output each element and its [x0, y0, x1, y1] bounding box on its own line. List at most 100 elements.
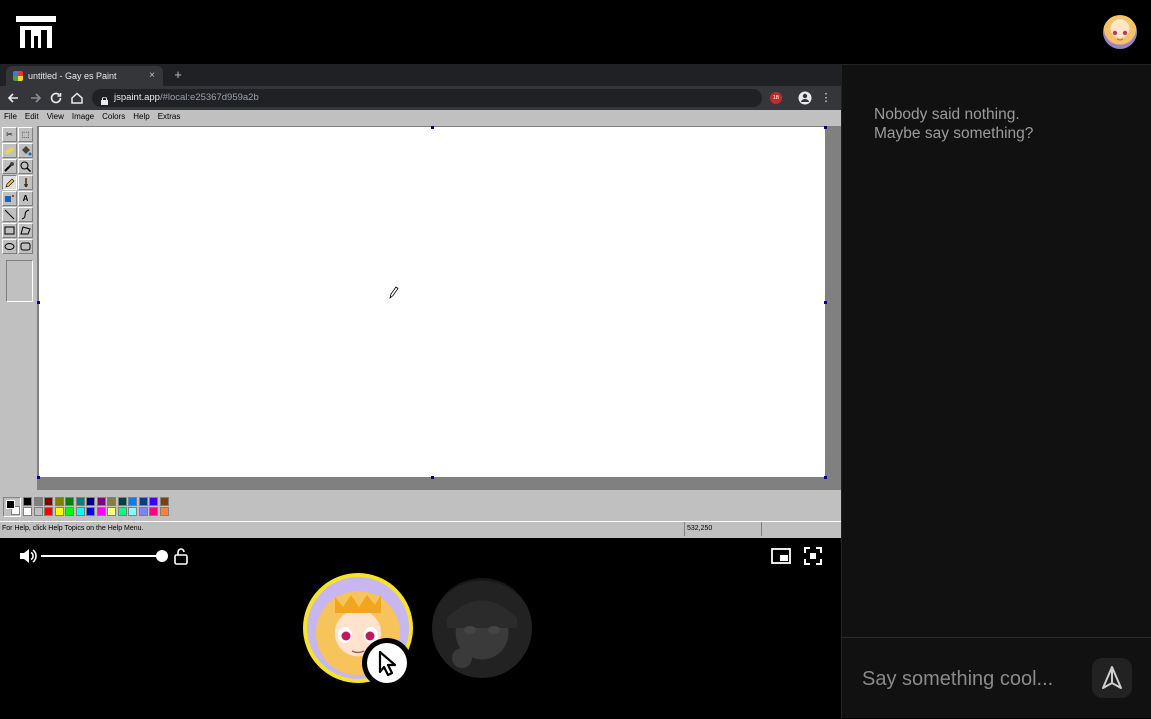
resize-handle[interactable] — [824, 476, 827, 479]
palette-swatch[interactable] — [117, 497, 127, 506]
unlock-icon[interactable] — [173, 547, 189, 565]
back-arrow-icon[interactable] — [6, 90, 22, 106]
palette-swatch[interactable] — [54, 497, 64, 506]
brush-icon[interactable] — [18, 175, 33, 190]
palette-swatch[interactable] — [86, 507, 95, 516]
volume-slider-knob[interactable] — [156, 550, 168, 562]
palette-swatch[interactable] — [107, 497, 116, 506]
menu-file[interactable]: File — [0, 110, 21, 124]
foreground-color[interactable] — [6, 500, 15, 509]
palette-swatch[interactable] — [96, 497, 106, 506]
picture-in-picture-icon[interactable] — [771, 548, 791, 564]
url-host: jspaint.app — [114, 92, 160, 103]
chat-empty-message: Nobody said nothing. Maybe say something… — [874, 105, 1124, 143]
palette-swatch[interactable] — [138, 507, 148, 516]
menu-view[interactable]: View — [43, 110, 68, 124]
menu-extras[interactable]: Extras — [154, 110, 185, 124]
menu-image[interactable]: Image — [68, 110, 98, 124]
resize-handle[interactable] — [37, 476, 40, 479]
chat-composer — [842, 637, 1151, 719]
eraser-icon[interactable] — [2, 143, 17, 158]
forward-arrow-icon[interactable] — [27, 90, 43, 106]
palette-swatch[interactable] — [159, 507, 169, 516]
top-bar — [0, 0, 1151, 64]
browser-tab[interactable]: untitled - Gay es Paint × — [6, 66, 163, 86]
menu-edit[interactable]: Edit — [21, 110, 43, 124]
guest-avatar[interactable] — [432, 578, 532, 678]
resize-handle[interactable] — [431, 126, 434, 129]
palette-swatch[interactable] — [149, 497, 158, 506]
palette-swatch[interactable] — [159, 497, 169, 506]
palette-swatch[interactable] — [75, 507, 85, 516]
home-page-icon[interactable] — [69, 90, 85, 106]
address-bar[interactable]: jspaint.app/#local:e25367d959a2b — [92, 89, 762, 107]
volume-slider[interactable] — [41, 555, 163, 557]
curve-icon[interactable] — [18, 207, 33, 222]
paint-app: File Edit View Image Colors Help Extras ✂ ⬚ A — [0, 110, 841, 538]
polygon-icon[interactable] — [18, 223, 33, 238]
home-icon[interactable] — [14, 14, 58, 50]
send-arrow-icon — [1102, 666, 1122, 689]
palette-swatch[interactable] — [75, 497, 85, 506]
drawing-canvas[interactable] — [39, 127, 825, 477]
paint-status-bar: For Help, click Help Topics on the Help … — [0, 521, 841, 536]
palette-swatch[interactable] — [86, 497, 95, 506]
palette-swatch[interactable] — [33, 497, 43, 506]
palette-swatch[interactable] — [138, 497, 148, 506]
text-tool-icon[interactable]: A — [18, 191, 33, 206]
new-tab-button[interactable]: + — [172, 66, 184, 84]
paint-menu-bar: File Edit View Image Colors Help Extras — [0, 110, 841, 126]
palette-swatch[interactable] — [23, 507, 32, 516]
tool-options-panel[interactable] — [6, 260, 33, 302]
rectangle-icon[interactable] — [2, 223, 17, 238]
resize-handle[interactable] — [824, 126, 827, 129]
palette-swatch[interactable] — [128, 507, 137, 516]
pencil-icon[interactable] — [2, 175, 17, 190]
color-picker-icon[interactable] — [2, 159, 17, 174]
current-colors[interactable] — [3, 497, 21, 517]
palette-swatch[interactable] — [117, 507, 127, 516]
palette-swatch[interactable] — [107, 507, 116, 516]
shared-screen[interactable]: untitled - Gay es Paint × + jspaint.app/… — [0, 64, 841, 538]
canvas-area — [37, 126, 841, 490]
menu-colors[interactable]: Colors — [98, 110, 129, 124]
url-path: /#local:e25367d959a2b — [159, 92, 259, 103]
palette-swatch[interactable] — [96, 507, 106, 516]
palette-swatch[interactable] — [65, 507, 74, 516]
reload-icon[interactable] — [48, 90, 64, 106]
user-avatar[interactable] — [1103, 15, 1137, 49]
palette-swatch[interactable] — [44, 497, 53, 506]
remote-control-badge[interactable] — [362, 638, 412, 688]
volume-icon[interactable] — [18, 547, 38, 565]
tab-close-icon[interactable]: × — [147, 66, 157, 86]
pencil-cursor-icon — [389, 285, 399, 300]
palette-swatch[interactable] — [44, 507, 53, 516]
palette-swatch[interactable] — [54, 507, 64, 516]
lock-icon — [101, 94, 108, 105]
profile-icon[interactable] — [798, 91, 812, 105]
magnifier-icon[interactable] — [18, 159, 33, 174]
fill-bucket-icon[interactable] — [18, 143, 33, 158]
send-button[interactable] — [1092, 658, 1132, 698]
cursor-icon — [367, 643, 407, 683]
menu-help[interactable]: Help — [129, 110, 153, 124]
palette-swatch[interactable] — [33, 507, 43, 516]
cursor-coordinates: 532,250 — [684, 522, 762, 536]
palette-swatch[interactable] — [128, 497, 137, 506]
free-select-icon[interactable]: ✂ — [2, 127, 17, 142]
resize-handle[interactable] — [431, 476, 434, 479]
palette-swatch[interactable] — [23, 497, 32, 506]
resize-handle[interactable] — [824, 301, 827, 304]
ellipse-icon[interactable] — [2, 239, 17, 254]
resize-handle[interactable] — [37, 301, 40, 304]
palette-swatch[interactable] — [149, 507, 158, 516]
airbrush-icon[interactable] — [2, 191, 17, 206]
rounded-rect-icon[interactable] — [18, 239, 33, 254]
browser-menu-icon[interactable]: ⋮ — [820, 90, 832, 106]
extension-icon[interactable]: 1B — [770, 92, 782, 104]
line-icon[interactable] — [2, 207, 17, 222]
palette-swatch[interactable] — [65, 497, 74, 506]
rect-select-icon[interactable]: ⬚ — [18, 127, 33, 142]
chat-input[interactable] — [862, 664, 1082, 694]
fullscreen-icon[interactable] — [804, 547, 822, 565]
